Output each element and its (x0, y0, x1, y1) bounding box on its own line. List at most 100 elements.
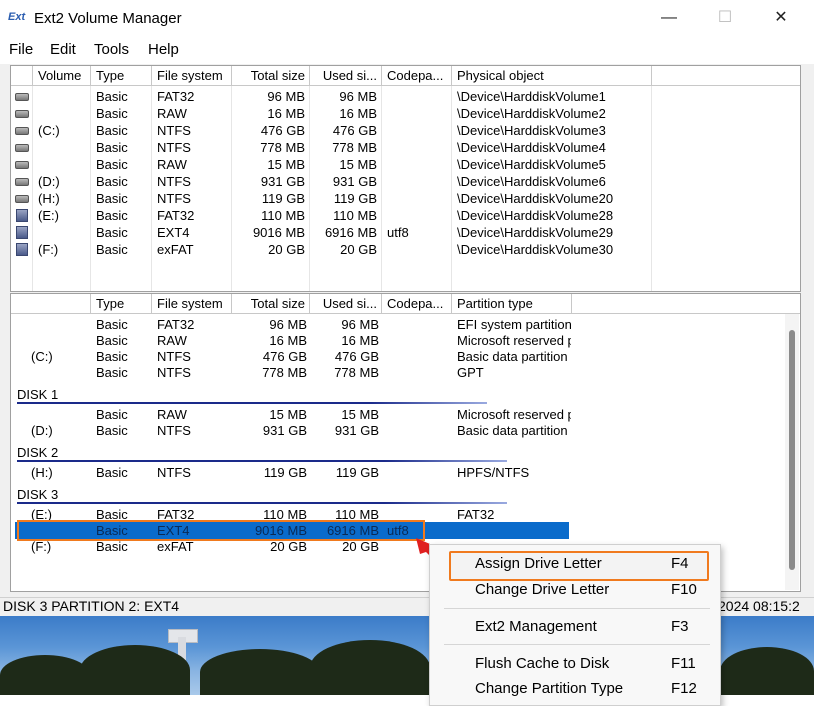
cell-fs: NTFS (157, 140, 191, 155)
table-row[interactable]: Basic FAT32 96 MB 96 MB EFI system partition (11, 316, 800, 333)
cell-type: Basic (96, 523, 128, 538)
cell-cp (387, 406, 451, 423)
disk-header: DISK 3 (17, 487, 59, 502)
status-time: 2024 08:15:2 (718, 598, 800, 614)
header-partition-type[interactable]: Partition type (452, 294, 572, 314)
tree-silhouette (720, 647, 814, 695)
header-type[interactable]: Type (91, 66, 152, 86)
table-row[interactable]: (F:) Basic exFAT 20 GB 20 GB \Device\Harddisk… (11, 241, 800, 258)
table-row[interactable]: Basic NTFS 778 MB 778 MB GPT (11, 364, 800, 381)
header-used-size[interactable]: Used si... (310, 66, 382, 86)
table-row[interactable]: (C:) Basic NTFS 476 GB 476 GB \Device\Harddis… (11, 122, 800, 139)
cell-type: Basic (96, 174, 128, 189)
hard-drive-icon (15, 161, 29, 169)
tree-silhouette (80, 645, 190, 695)
cell-ptype: GPT (457, 365, 484, 380)
table-row[interactable]: Basic RAW 16 MB 16 MB Microsoft reserved p (11, 332, 800, 349)
table-row[interactable]: Basic FAT32 96 MB 96 MB \Device\HarddiskVolu… (11, 88, 800, 105)
cell-fs: NTFS (157, 123, 191, 138)
header-used-size[interactable]: Used si... (310, 294, 382, 314)
usb-drive-icon (16, 243, 28, 256)
cell-fs: NTFS (157, 174, 191, 189)
menu-tools[interactable]: Tools (94, 41, 129, 58)
table-row[interactable]: (C:) Basic NTFS 476 GB 476 GB Basic data part… (11, 348, 800, 365)
cell-vol: (C:) (31, 349, 53, 364)
menu-help[interactable]: Help (148, 41, 179, 58)
cell-ptype: Microsoft reserved p (457, 407, 571, 422)
cell-total: 931 GB (260, 174, 305, 189)
maximize-button[interactable]: ☐ (710, 6, 740, 30)
title-bar[interactable]: Ext Ext2 Volume Manager — ☐ ✕ (0, 0, 814, 36)
table-row[interactable]: Basic RAW 15 MB 15 MB \Device\HarddiskVolume… (11, 156, 800, 173)
cell-used: 778 MB (332, 140, 377, 155)
hard-drive-icon (15, 144, 29, 152)
cell-used: 119 GB (335, 465, 379, 480)
cell-physical: \Device\HarddiskVolume5 (457, 157, 606, 172)
hard-drive-icon (15, 195, 29, 203)
cell-fs: EXT4 (157, 523, 190, 538)
menu-item-shortcut: F10 (671, 581, 697, 598)
cell-vol (31, 406, 91, 423)
cell-cp (387, 316, 451, 333)
table-row[interactable]: (H:) Basic NTFS 119 GB 119 GB \Device\Harddis… (11, 190, 800, 207)
header-codepage[interactable]: Codepa... (382, 294, 452, 314)
header-total-size[interactable]: Total size (232, 66, 310, 86)
cell-vol (31, 522, 91, 539)
cell-codepage (387, 241, 451, 258)
header-type[interactable]: Type (91, 294, 152, 314)
cell-physical: \Device\HarddiskVolume28 (457, 208, 614, 223)
cell-fs: RAW (157, 106, 187, 121)
table-row[interactable]: (H:) Basic NTFS 119 GB 119 GB HPFS/NTFS (11, 464, 800, 481)
cell-cp (387, 364, 451, 381)
header-file-system[interactable]: File system (152, 66, 232, 86)
table-row[interactable]: Basic EXT4 9016 MB 6916 MB utf8 (11, 522, 800, 539)
table-row[interactable]: Basic NTFS 778 MB 778 MB \Device\HarddiskVol… (11, 139, 800, 156)
cell-ptype: Microsoft reserved p (457, 333, 571, 348)
menu-ext2-management[interactable]: Ext2 Management F3 (430, 614, 720, 640)
menu-item-label: Assign Drive Letter (475, 555, 602, 572)
table-row[interactable]: (E:) Basic FAT32 110 MB 110 MB \Device\Harddi… (11, 207, 800, 224)
cell-codepage (387, 122, 451, 139)
header-total-size[interactable]: Total size (232, 294, 310, 314)
menu-file[interactable]: File (9, 41, 33, 58)
cell-fs: NTFS (157, 365, 191, 380)
header-physical-object[interactable]: Physical object (452, 66, 652, 86)
cell-used: 119 GB (333, 191, 377, 206)
cell-codepage: utf8 (387, 225, 409, 240)
header-file-system[interactable]: File system (152, 294, 232, 314)
menu-assign-drive-letter[interactable]: Assign Drive Letter F4 (430, 551, 720, 577)
table-row[interactable]: (D:) Basic NTFS 931 GB 931 GB Basic data part… (11, 422, 800, 439)
table-row[interactable]: Basic EXT4 9016 MB 6916 MB utf8 \Device\Hardd… (11, 224, 800, 241)
table-row[interactable]: Basic RAW 16 MB 16 MB \Device\HarddiskVolume… (11, 105, 800, 122)
cell-type: Basic (96, 333, 128, 348)
menu-item-label: Flush Cache to Disk (475, 655, 610, 672)
cell-used: 778 MB (334, 365, 379, 380)
header-volume[interactable] (11, 294, 91, 314)
cell-fs: RAW (157, 333, 187, 348)
close-button[interactable]: ✕ (766, 6, 796, 30)
header-codepage[interactable]: Codepa... (382, 66, 452, 86)
cell-total: 15 MB (267, 157, 305, 172)
cell-fs: EXT4 (157, 225, 190, 240)
cell-type: Basic (96, 191, 128, 206)
cell-physical: \Device\HarddiskVolume4 (457, 140, 606, 155)
menu-change-drive-letter[interactable]: Change Drive Letter F10 (430, 577, 720, 603)
cell-used: 96 MB (339, 89, 377, 104)
cell-used: 96 MB (341, 317, 379, 332)
cell-codepage (387, 190, 451, 207)
cell-total: 9016 MB (254, 523, 307, 538)
menu-edit[interactable]: Edit (50, 41, 76, 58)
table-row[interactable]: Basic RAW 15 MB 15 MB Microsoft reserved p (11, 406, 800, 423)
cell-physical: \Device\HarddiskVolume20 (457, 191, 614, 206)
cell-fs: FAT32 (157, 208, 195, 223)
volume-list[interactable]: Volume Type File system Total size Used si..… (10, 65, 801, 292)
cell-ptype: HPFS/NTFS (457, 465, 530, 480)
menu-flush-cache[interactable]: Flush Cache to Disk F11 (430, 651, 720, 677)
table-row[interactable]: (D:) Basic NTFS 931 GB 931 GB \Device\Harddis… (11, 173, 800, 190)
menu-item-shortcut: F12 (671, 680, 697, 697)
minimize-button[interactable]: — (654, 6, 684, 30)
cell-codepage (387, 173, 451, 190)
cell-total: 476 GB (262, 349, 307, 364)
header-volume[interactable]: Volume (33, 66, 91, 86)
menu-change-partition-type[interactable]: Change Partition Type F12 (430, 676, 720, 702)
